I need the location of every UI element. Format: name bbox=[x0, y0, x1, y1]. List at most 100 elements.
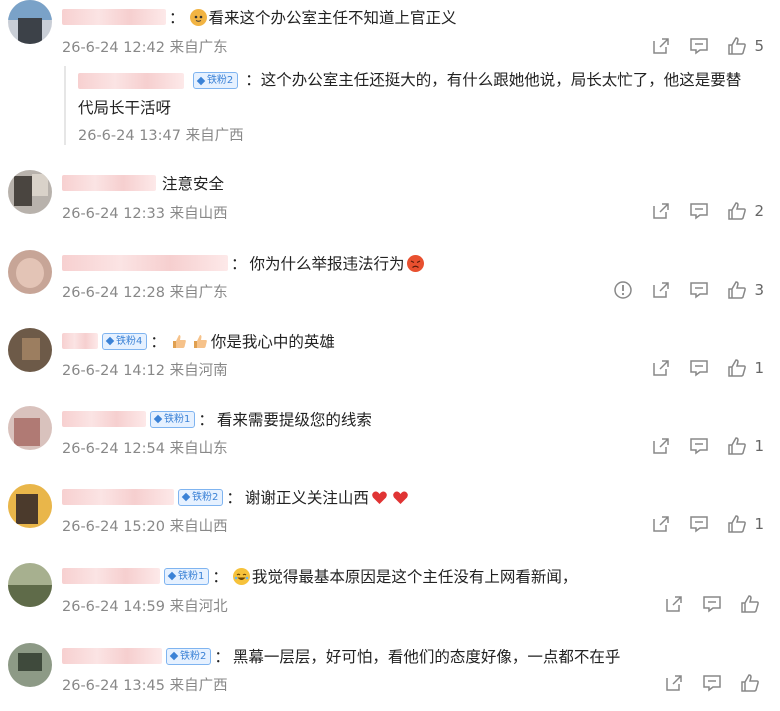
gem-icon bbox=[167, 571, 177, 581]
comment-actions bbox=[646, 670, 760, 696]
fan-badge: 铁粉2 bbox=[166, 647, 212, 665]
comment-location: 来自广东 bbox=[169, 285, 228, 301]
colon: ： bbox=[212, 568, 228, 586]
username[interactable] bbox=[62, 489, 174, 505]
comment-meta: 26-6-24 12:28 来自广东 bbox=[62, 281, 228, 302]
gem-icon bbox=[196, 76, 206, 85]
thumbs-up-icon bbox=[740, 594, 760, 614]
comment-time: 26-6-24 12:54 bbox=[62, 441, 165, 457]
comment-icon[interactable] bbox=[702, 673, 722, 693]
share-icon[interactable] bbox=[651, 201, 671, 221]
avatar[interactable] bbox=[8, 328, 52, 372]
fan-badge: 铁粉1 bbox=[164, 567, 210, 585]
thumbs-up-icon bbox=[727, 514, 747, 534]
username[interactable] bbox=[78, 72, 184, 89]
report-icon[interactable] bbox=[613, 280, 633, 300]
like-button[interactable]: 1 bbox=[727, 514, 764, 534]
comment-text: 你为什么举报违法行为 bbox=[249, 255, 405, 273]
comment-time: 26-6-24 12:33 bbox=[62, 206, 165, 222]
comment-location: 来自广东 bbox=[169, 40, 228, 56]
username[interactable] bbox=[62, 411, 146, 427]
like-count: 2 bbox=[754, 202, 764, 220]
avatar[interactable] bbox=[8, 563, 52, 607]
cat-emoji-icon bbox=[189, 8, 207, 26]
comment-text-line: ： 你为什么举报违法行为 bbox=[62, 250, 426, 276]
avatar[interactable] bbox=[8, 250, 52, 294]
comment-icon[interactable] bbox=[689, 201, 709, 221]
comment-location: 来自山西 bbox=[169, 519, 228, 535]
share-icon[interactable] bbox=[651, 358, 671, 378]
like-button[interactable]: 1 bbox=[727, 436, 764, 456]
comment-actions: 1 bbox=[633, 511, 764, 537]
gem-icon bbox=[169, 651, 179, 661]
comment-icon[interactable] bbox=[689, 436, 709, 456]
comment-text: 注意安全 bbox=[162, 175, 225, 193]
thumbs-up-icon bbox=[727, 436, 747, 456]
comment-text: 看来需要提级您的线索 bbox=[216, 411, 372, 429]
comment-text: 谢谢正义关注山西 bbox=[244, 489, 369, 507]
share-icon[interactable] bbox=[664, 673, 684, 693]
comment-meta: 26-6-24 12:42 来自广东 bbox=[62, 36, 228, 57]
comment-location: 来自河北 bbox=[169, 599, 228, 615]
share-icon[interactable] bbox=[651, 436, 671, 456]
comment-icon[interactable] bbox=[689, 36, 709, 56]
like-count: 1 bbox=[754, 359, 764, 377]
avatar[interactable] bbox=[8, 170, 52, 214]
share-icon[interactable] bbox=[651, 280, 671, 300]
username[interactable] bbox=[62, 255, 228, 271]
comment-actions bbox=[646, 591, 760, 617]
avatar[interactable] bbox=[8, 643, 52, 687]
username[interactable] bbox=[62, 568, 160, 584]
comment-icon[interactable] bbox=[689, 514, 709, 534]
comment-time: 26-6-24 12:42 bbox=[62, 40, 165, 56]
comment-location: 来自山东 bbox=[169, 441, 228, 457]
comment-location: 来自河南 bbox=[169, 363, 228, 379]
thumbs-up-icon bbox=[727, 280, 747, 300]
avatar[interactable] bbox=[8, 406, 52, 450]
share-icon[interactable] bbox=[664, 594, 684, 614]
like-button[interactable]: 1 bbox=[727, 358, 764, 378]
thumbs-up-icon bbox=[740, 673, 760, 693]
heart-icon bbox=[371, 489, 388, 506]
comment-text-line: ： 看来这个办公室主任不知道上官正义 bbox=[62, 4, 457, 30]
heart-icon bbox=[392, 489, 409, 506]
like-button[interactable]: 3 bbox=[727, 280, 764, 300]
avatar[interactable] bbox=[8, 0, 52, 44]
gem-icon bbox=[153, 414, 163, 424]
like-count: 1 bbox=[754, 437, 764, 455]
comment-actions: 1 bbox=[633, 433, 764, 459]
laughing-emoji-icon bbox=[232, 567, 250, 585]
like-button[interactable]: 5 bbox=[727, 36, 764, 56]
like-button[interactable]: 2 bbox=[727, 201, 764, 221]
username[interactable] bbox=[62, 175, 156, 191]
avatar[interactable] bbox=[8, 484, 52, 528]
comment-time: 26-6-24 12:28 bbox=[62, 285, 165, 301]
comment-text-line: 铁粉2 ： 黑幕一层层，好可怕，看他们的态度好像，一点都不在乎 bbox=[62, 643, 620, 669]
comment-icon[interactable] bbox=[689, 358, 709, 378]
comment-text-line: 铁粉1 ： 我觉得最基本原因是这个主任没有上网看新闻， bbox=[62, 563, 577, 589]
comment-icon[interactable] bbox=[702, 594, 722, 614]
gem-icon bbox=[181, 492, 191, 502]
share-icon[interactable] bbox=[651, 36, 671, 56]
username[interactable] bbox=[62, 333, 98, 349]
username[interactable] bbox=[62, 648, 162, 664]
like-button[interactable] bbox=[740, 594, 760, 614]
reply-location: 来自广西 bbox=[185, 128, 244, 144]
comment-meta: 26-6-24 15:20 来自山西 bbox=[62, 515, 228, 536]
comment-meta: 26-6-24 14:12 来自河南 bbox=[62, 359, 228, 380]
comment-time: 26-6-24 13:45 bbox=[62, 678, 165, 694]
colon: ： bbox=[214, 648, 230, 666]
like-button[interactable] bbox=[740, 673, 760, 693]
share-icon[interactable] bbox=[651, 514, 671, 534]
colon: ： bbox=[245, 71, 261, 89]
colon: ： bbox=[226, 489, 242, 507]
comment-icon[interactable] bbox=[689, 280, 709, 300]
thumbs-up-icon bbox=[727, 358, 747, 378]
reply-time: 26-6-24 13:47 bbox=[78, 128, 181, 144]
reply-meta: 26-6-24 13:47 来自广西 bbox=[78, 124, 768, 145]
comment-meta: 26-6-24 14:59 来自河北 bbox=[62, 595, 228, 616]
fan-badge: 铁粉2 bbox=[178, 488, 224, 506]
comment-text: 你是我心中的英雄 bbox=[210, 333, 335, 351]
username[interactable] bbox=[62, 9, 166, 25]
comment-text-line: 铁粉4 ： 你是我心中的英雄 bbox=[62, 328, 335, 354]
